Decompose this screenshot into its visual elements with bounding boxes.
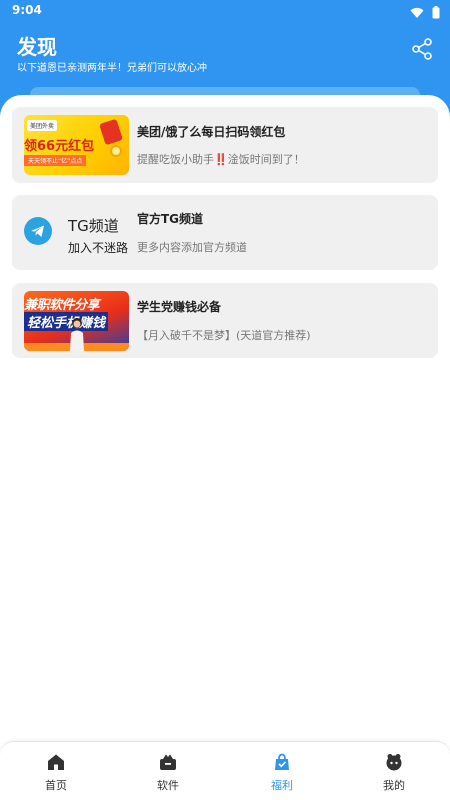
wifi-icon (410, 4, 424, 23)
nav-item-profile[interactable]: 我的 (338, 742, 450, 800)
battery-icon (432, 4, 440, 23)
nav-label: 我的 (383, 779, 405, 792)
nav-item-software[interactable]: 软件 (112, 742, 224, 800)
bottom-nav: 首页 软件 福利 我的 (0, 741, 450, 800)
nav-label: 福利 (271, 779, 293, 792)
double-exclamation-icon: ‼️ (214, 153, 228, 166)
thumb-caption: 天天领不止“亿”点点 (24, 155, 87, 166)
thumb-channel-sub: 加入不迷路 (68, 241, 129, 255)
telegram-icon (24, 217, 52, 245)
share-button[interactable] (410, 37, 434, 61)
nav-item-home[interactable]: 首页 (0, 742, 112, 800)
thumb-headline: 兼职软件分享 (24, 298, 100, 313)
card-title: 美团/饿了么每日扫码领红包 (137, 125, 286, 139)
thumb-tag: 美团外卖 (27, 120, 58, 131)
card-description: 提醒吃饭小助手‼️淦饭时间到了！ (137, 151, 305, 167)
content-sheet (0, 95, 450, 755)
card-title: 学生党赚钱必备 (137, 300, 222, 314)
nav-label: 软件 (157, 779, 179, 792)
card-description-text: 淦饭时间到了！ (227, 153, 305, 166)
status-time: 9:04 (12, 3, 42, 17)
page-title: 发现 (17, 35, 57, 59)
card-meituan-redpacket[interactable]: 美团外卖 领66元红包 天天领不止“亿”点点 美团/饿了么每日扫码领红包 提醒吃… (12, 107, 438, 183)
nav-item-welfare[interactable]: 福利 (226, 742, 338, 800)
share-icon (410, 38, 434, 65)
person-illustration (68, 317, 86, 351)
card-tg-channel[interactable]: TG频道 加入不迷路 官方TG频道 更多内容添加官方频道 (12, 195, 438, 270)
card-thumbnail: 美团外卖 领66元红包 天天领不止“亿”点点 (24, 115, 129, 175)
nav-label: 首页 (45, 779, 67, 792)
card-description: 【月入破千不是梦】(天道官方推荐) (137, 329, 311, 342)
status-icons (410, 4, 440, 23)
card-student-earn[interactable]: 兼职软件分享 轻松手机赚钱 学生党赚钱必备 【月入破千不是梦】(天道官方推荐) (12, 283, 438, 358)
card-thumbnail: 兼职软件分享 轻松手机赚钱 (24, 291, 129, 351)
status-bar: 9:04 (0, 0, 450, 22)
card-description-text: 提醒吃饭小助手 (137, 153, 214, 166)
card-thumbnail: TG频道 加入不迷路 (24, 203, 129, 263)
thumb-subheadline: 轻松手机赚钱 (24, 312, 109, 331)
thumb-channel-name: TG频道 (68, 217, 119, 235)
card-description: 更多内容添加官方频道 (137, 241, 247, 254)
page-subtitle: 以下道恩已亲测两年半！兄弟们可以放心冲 (17, 63, 207, 74)
thumb-headline: 领66元红包 (24, 139, 95, 154)
red-envelope-icon (99, 118, 123, 146)
coin-icon (110, 145, 122, 157)
card-title: 官方TG频道 (137, 212, 204, 226)
